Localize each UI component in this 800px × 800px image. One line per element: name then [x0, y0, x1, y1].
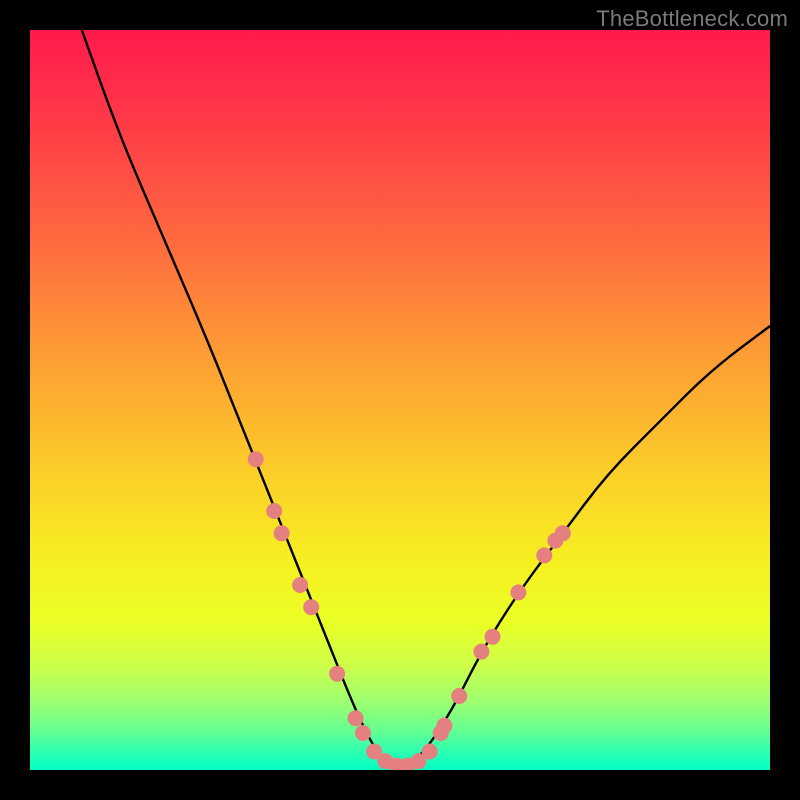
highlight-dot: [303, 599, 319, 615]
highlight-dot: [510, 584, 526, 600]
chart-frame: TheBottleneck.com: [0, 0, 800, 800]
highlight-dot: [451, 688, 467, 704]
highlight-dot: [248, 451, 264, 467]
highlight-dot: [355, 725, 371, 741]
highlight-dot: [266, 503, 282, 519]
highlight-dot: [329, 666, 345, 682]
curve-layer: [30, 30, 770, 770]
highlight-dots: [248, 451, 571, 770]
highlight-dot: [485, 629, 501, 645]
highlight-dot: [274, 525, 290, 541]
bottleneck-curve: [82, 30, 770, 766]
plot-area: [30, 30, 770, 770]
watermark-text: TheBottleneck.com: [596, 6, 788, 32]
highlight-dot: [436, 718, 452, 734]
highlight-dot: [536, 547, 552, 563]
highlight-dot: [422, 744, 438, 760]
highlight-dot: [555, 525, 571, 541]
highlight-dot: [292, 577, 308, 593]
highlight-dot: [348, 710, 364, 726]
highlight-dot: [473, 644, 489, 660]
